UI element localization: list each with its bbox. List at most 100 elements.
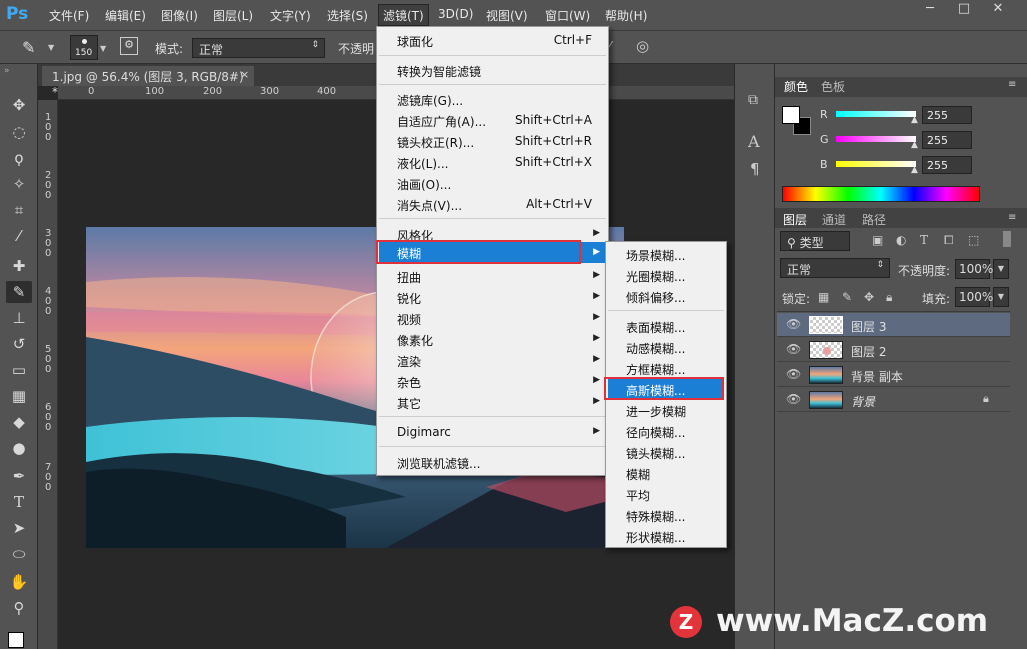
menu-item-radial-blur[interactable]: 径向模糊...: [626, 424, 685, 441]
menu-view[interactable]: 视图(V): [486, 7, 528, 24]
brush-tool-icon[interactable]: ✎: [6, 281, 32, 303]
r-value[interactable]: 255: [922, 106, 972, 124]
crop-tool-icon[interactable]: ⌗: [6, 199, 32, 221]
lock-position-icon[interactable]: ✥: [864, 290, 874, 304]
menu-item-vanishing-point[interactable]: 消失点(V)...: [397, 197, 462, 214]
menu-file[interactable]: 文件(F): [49, 7, 89, 24]
history-icon[interactable]: ⧉: [748, 92, 758, 108]
layer-row[interactable]: 👁︎ 图层 2: [777, 338, 1010, 362]
menu-layer[interactable]: 图层(L): [213, 7, 253, 24]
brush-tool-icon[interactable]: ✎: [22, 38, 35, 57]
eraser-tool-icon[interactable]: ▭: [6, 359, 32, 381]
menu-item-average[interactable]: 平均: [626, 487, 650, 504]
g-value[interactable]: 255: [922, 131, 972, 149]
lasso-tool-icon[interactable]: ϙ: [6, 147, 32, 169]
slider-handle-icon[interactable]: ▲: [911, 115, 918, 125]
menu-item-box-blur[interactable]: 方框模糊...: [626, 361, 685, 378]
menu-item-render[interactable]: 渲染: [397, 353, 421, 370]
smart-object-filter-icon[interactable]: ⬚: [968, 233, 979, 247]
menu-item-filter-gallery[interactable]: 滤镜库(G)...: [397, 92, 463, 109]
history-brush-tool-icon[interactable]: ↺: [6, 333, 32, 355]
panel-menu-icon[interactable]: ≡: [1008, 212, 1016, 223]
chevron-down-icon[interactable]: ▼: [993, 259, 1009, 279]
maximize-icon[interactable]: □: [949, 0, 979, 20]
slider-handle-icon[interactable]: ▲: [911, 140, 918, 150]
eyedropper-tool-icon[interactable]: ⁄: [6, 225, 32, 247]
menu-edit[interactable]: 编辑(E): [105, 7, 146, 24]
menu-item-adaptive-wide-angle[interactable]: 自适应广角(A)...: [397, 113, 486, 130]
eye-icon[interactable]: 👁︎: [786, 367, 801, 381]
menu-image[interactable]: 图像(I): [161, 7, 198, 24]
menu-item-surface-blur[interactable]: 表面模糊...: [626, 319, 685, 336]
menu-item-field-blur[interactable]: 场景模糊...: [626, 247, 685, 264]
menu-item-lens-blur[interactable]: 镜头模糊...: [626, 445, 685, 462]
tab-color[interactable]: 颜色: [784, 78, 808, 95]
filter-toggle-icon[interactable]: [1003, 231, 1011, 247]
move-tool-icon[interactable]: ✥: [6, 94, 32, 116]
menu-3d[interactable]: 3D(D): [438, 7, 473, 21]
fill-value[interactable]: 100%: [955, 287, 993, 307]
hand-tool-icon[interactable]: ✋: [6, 571, 32, 593]
marquee-tool-icon[interactable]: ◌: [6, 121, 32, 143]
menu-item-tilt-shift[interactable]: 倾斜偏移...: [626, 289, 685, 306]
eye-icon[interactable]: 👁︎: [786, 317, 801, 331]
close-tab-icon[interactable]: ×: [240, 68, 249, 81]
menu-item-shape-blur[interactable]: 形状模糊...: [626, 529, 685, 546]
b-value[interactable]: 255: [922, 156, 972, 174]
shape-filter-icon[interactable]: ⧠: [944, 233, 954, 248]
adjustment-filter-icon[interactable]: ◐: [896, 233, 906, 247]
stamp-tool-icon[interactable]: ⊥: [6, 307, 32, 329]
close-icon[interactable]: ✕: [983, 0, 1013, 20]
minimize-icon[interactable]: ─: [915, 0, 945, 20]
foreground-color-chip[interactable]: [782, 106, 800, 124]
blend-mode-select[interactable]: 正常 ⇕: [780, 258, 890, 278]
layer-row[interactable]: 👁︎ 图层 3: [777, 313, 1010, 337]
pressure-icon[interactable]: ◎: [636, 37, 649, 55]
zoom-tool-icon[interactable]: ⚲: [6, 597, 32, 619]
g-slider[interactable]: [836, 136, 916, 142]
character-icon[interactable]: A: [748, 132, 760, 151]
paragraph-icon[interactable]: ¶: [750, 160, 760, 178]
menu-item-liquify[interactable]: 液化(L)...: [397, 155, 449, 172]
pen-tool-icon[interactable]: ✒: [6, 465, 32, 487]
gradient-tool-icon[interactable]: ▦: [6, 385, 32, 407]
lock-all-icon[interactable]: 🔒︎: [886, 290, 892, 305]
ellipse-tool-icon[interactable]: ⬭: [6, 543, 32, 565]
menu-item-noise[interactable]: 杂色: [397, 374, 421, 391]
lock-transparency-icon[interactable]: ▦: [818, 290, 829, 304]
blur-tool-icon[interactable]: ◆: [6, 411, 32, 433]
brush-preset-picker[interactable]: 150: [70, 35, 98, 60]
menu-item-smart-blur[interactable]: 特殊模糊...: [626, 508, 685, 525]
opacity-value[interactable]: 100%: [955, 259, 993, 279]
tab-channels[interactable]: 通道: [822, 211, 846, 228]
menu-item-pixelate[interactable]: 像素化: [397, 332, 433, 349]
dodge-tool-icon[interactable]: ●: [6, 437, 32, 459]
tab-swatches[interactable]: 色板: [821, 78, 845, 95]
menu-item-blur-more[interactable]: 进一步模糊: [626, 403, 686, 420]
menu-item-browse-online[interactable]: 浏览联机滤镜...: [397, 455, 480, 472]
mode-select[interactable]: 正常 ⇕: [192, 38, 325, 58]
r-slider[interactable]: [836, 111, 916, 117]
healing-brush-tool-icon[interactable]: ✚: [6, 255, 32, 277]
path-select-tool-icon[interactable]: ➤: [6, 517, 32, 539]
collapse-icon[interactable]: »: [4, 66, 10, 76]
layer-row[interactable]: 👁︎ 背景 🔒︎: [777, 388, 1010, 412]
image-filter-icon[interactable]: ▣: [872, 233, 883, 247]
panel-menu-icon[interactable]: ≡: [1008, 79, 1016, 90]
chevron-down-icon[interactable]: ▼: [48, 43, 54, 52]
eye-icon[interactable]: 👁︎: [786, 392, 801, 406]
eye-icon[interactable]: 👁︎: [786, 342, 801, 356]
color-spectrum-bar[interactable]: [782, 186, 980, 202]
layer-row[interactable]: 👁︎ 背景 副本: [777, 363, 1010, 387]
foreground-color-swatch[interactable]: [8, 632, 24, 648]
menu-item-iris-blur[interactable]: 光圈模糊...: [626, 268, 685, 285]
menu-item-convert-smart-filter[interactable]: 转换为智能滤镜: [397, 63, 481, 80]
menu-window[interactable]: 窗口(W): [545, 7, 590, 24]
menu-filter[interactable]: 滤镜(T): [378, 4, 429, 26]
type-tool-icon[interactable]: T: [6, 491, 32, 513]
menu-type[interactable]: 文字(Y): [270, 7, 311, 24]
quick-select-tool-icon[interactable]: ✧: [6, 173, 32, 195]
menu-item-other[interactable]: 其它: [397, 395, 421, 412]
tab-paths[interactable]: 路径: [862, 211, 886, 228]
menu-item-video[interactable]: 视频: [397, 311, 421, 328]
